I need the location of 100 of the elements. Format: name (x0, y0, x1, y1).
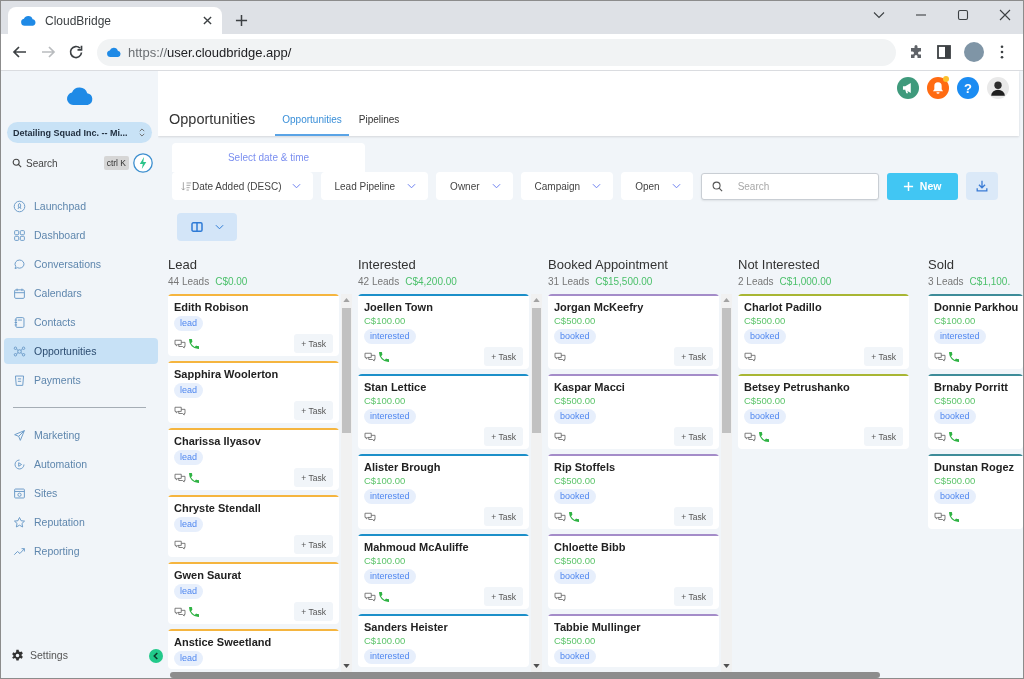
kebab-menu-icon[interactable] (1000, 45, 1004, 59)
phone-icon[interactable] (949, 511, 959, 522)
cloud-logo-icon[interactable] (64, 86, 95, 105)
filter-dropdown[interactable]: Open (621, 172, 693, 200)
add-task-button[interactable]: + Task (864, 347, 903, 366)
scroll-down-icon[interactable] (533, 664, 540, 668)
phone-icon[interactable] (949, 431, 959, 442)
opportunity-card[interactable]: Rip Stoffels C$500.00 booked + Task (548, 454, 719, 529)
opportunity-card[interactable]: Chryste Stendall lead + Task (168, 495, 339, 557)
scroll-up-icon[interactable] (723, 298, 730, 302)
address-bar[interactable]: https://user.cloudbridge.app/ (97, 38, 896, 66)
phone-icon[interactable] (759, 431, 769, 442)
opportunity-card[interactable]: Sapphira Woolerton lead + Task (168, 361, 339, 423)
opportunity-card[interactable]: Jorgan McKeefry C$500.00 booked + Task (548, 294, 719, 369)
download-button[interactable] (965, 172, 998, 200)
phone-icon[interactable] (189, 472, 199, 483)
opportunity-card[interactable]: Chloette Bibb C$500.00 booked + Task (548, 534, 719, 609)
filter-dropdown[interactable]: Campaign (520, 172, 614, 200)
header-tab[interactable]: Pipelines (351, 104, 407, 136)
add-task-button[interactable]: + Task (674, 427, 713, 446)
opportunity-card[interactable]: Betsey Petrushanko C$500.00 booked + Task (738, 374, 909, 449)
add-task-button[interactable]: + Task (674, 347, 713, 366)
browser-tab[interactable]: CloudBridge (8, 7, 222, 34)
opportunity-card[interactable]: Joellen Town C$100.00 interested + Task (358, 294, 529, 369)
phone-icon[interactable] (569, 511, 579, 522)
puzzle-piece-icon[interactable] (908, 44, 924, 60)
add-task-button[interactable]: + Task (484, 507, 523, 526)
scrollbar-thumb[interactable] (342, 308, 351, 433)
scroll-down-icon[interactable] (343, 664, 350, 668)
chat-bubbles-icon[interactable] (554, 351, 566, 362)
chat-bubbles-icon[interactable] (934, 511, 946, 522)
chat-bubbles-icon[interactable] (364, 511, 376, 522)
opportunity-card[interactable]: Donnie Parkhou C$100.00 interested (928, 294, 1023, 369)
chevron-down-icon[interactable] (873, 9, 885, 21)
chat-bubbles-icon[interactable] (744, 431, 756, 442)
view-toggle-button[interactable] (177, 213, 237, 241)
chat-bubbles-icon[interactable] (174, 539, 186, 550)
scrollbar-track[interactable] (531, 294, 542, 672)
scroll-down-icon[interactable] (723, 664, 730, 668)
sidebar-item[interactable]: Opportunities (4, 338, 158, 364)
sidebar-item[interactable]: Reporting (4, 538, 158, 564)
opportunity-card[interactable]: Sanders Heister C$100.00 interested (358, 614, 529, 667)
sidebar-item[interactable]: Sites (4, 480, 158, 506)
scrollbar-thumb[interactable] (722, 308, 731, 433)
filter-dropdown[interactable]: Owner (436, 172, 513, 200)
sidebar-item[interactable]: Contacts (4, 309, 158, 335)
search-field[interactable]: Search (700, 172, 879, 200)
lightning-bolt-icon[interactable] (133, 153, 153, 173)
side-panel-icon[interactable] (936, 44, 952, 60)
add-task-button[interactable]: + Task (484, 347, 523, 366)
add-task-button[interactable]: + Task (484, 587, 523, 606)
sidebar-item[interactable]: Reputation (4, 509, 158, 535)
horizontal-scrollbar-thumb[interactable] (170, 672, 880, 678)
opportunity-card[interactable]: Mahmoud McAuliffe C$100.00 interested + Task (358, 534, 529, 609)
close-icon[interactable] (999, 9, 1011, 21)
scrollbar-track[interactable] (341, 294, 352, 672)
opportunity-card[interactable]: Stan Lettice C$100.00 interested + Task (358, 374, 529, 449)
sidebar-item[interactable]: Conversations (4, 251, 158, 277)
add-task-button[interactable]: + Task (484, 427, 523, 446)
chat-bubbles-icon[interactable] (364, 591, 376, 602)
chat-bubbles-icon[interactable] (934, 431, 946, 442)
maximize-icon[interactable] (957, 9, 969, 21)
chat-bubbles-icon[interactable] (554, 591, 566, 602)
add-task-button[interactable]: + Task (674, 507, 713, 526)
opportunity-card[interactable]: Dunstan Rogez C$500.00 booked (928, 454, 1023, 529)
phone-icon[interactable] (379, 591, 389, 602)
search-field[interactable]: Search (26, 155, 100, 171)
filter-dropdown[interactable]: Lead Pipeline (320, 172, 429, 200)
chat-bubbles-icon[interactable] (554, 511, 566, 522)
opportunity-card[interactable]: Brnaby Porritt C$500.00 booked (928, 374, 1023, 449)
profile-avatar[interactable] (964, 42, 984, 62)
opportunity-card[interactable]: Kaspar Macci C$500.00 booked + Task (548, 374, 719, 449)
chat-bubbles-icon[interactable] (364, 351, 376, 362)
add-task-button[interactable]: + Task (864, 427, 903, 446)
chat-bubbles-icon[interactable] (174, 405, 186, 416)
phone-icon[interactable] (379, 351, 389, 362)
sidebar-item[interactable]: Automation (4, 451, 158, 477)
opportunity-card[interactable]: Tabbie Mullinger C$500.00 booked (548, 614, 719, 667)
reload-icon[interactable] (68, 44, 84, 60)
opportunity-card[interactable]: Alister Brough C$100.00 interested + Task (358, 454, 529, 529)
add-task-button[interactable]: + Task (294, 401, 333, 420)
sidebar-item[interactable]: Dashboard (4, 222, 158, 248)
sidebar-item[interactable]: Payments (4, 367, 158, 393)
close-icon[interactable] (203, 16, 212, 25)
back-arrow-icon[interactable] (12, 44, 28, 60)
scroll-up-icon[interactable] (533, 298, 540, 302)
scrollbar-track[interactable] (721, 294, 732, 672)
opportunity-card[interactable]: Edith Robison lead + Task (168, 294, 339, 356)
scroll-up-icon[interactable] (343, 298, 350, 302)
user-avatar[interactable] (987, 77, 1009, 99)
add-task-button[interactable]: + Task (674, 587, 713, 606)
settings-link[interactable]: Settings (4, 642, 74, 668)
scrollbar-thumb[interactable] (532, 308, 541, 433)
plus-icon[interactable] (235, 14, 248, 27)
phone-icon[interactable] (189, 338, 199, 349)
collapse-chevron-icon[interactable] (149, 649, 163, 663)
opportunity-card[interactable]: Charissa Ilyasov lead + Task (168, 428, 339, 490)
opportunity-card[interactable]: Charlot Padillo C$500.00 booked + Task (738, 294, 909, 369)
bell-icon[interactable] (927, 77, 949, 99)
sidebar-item[interactable]: Marketing (4, 422, 158, 448)
